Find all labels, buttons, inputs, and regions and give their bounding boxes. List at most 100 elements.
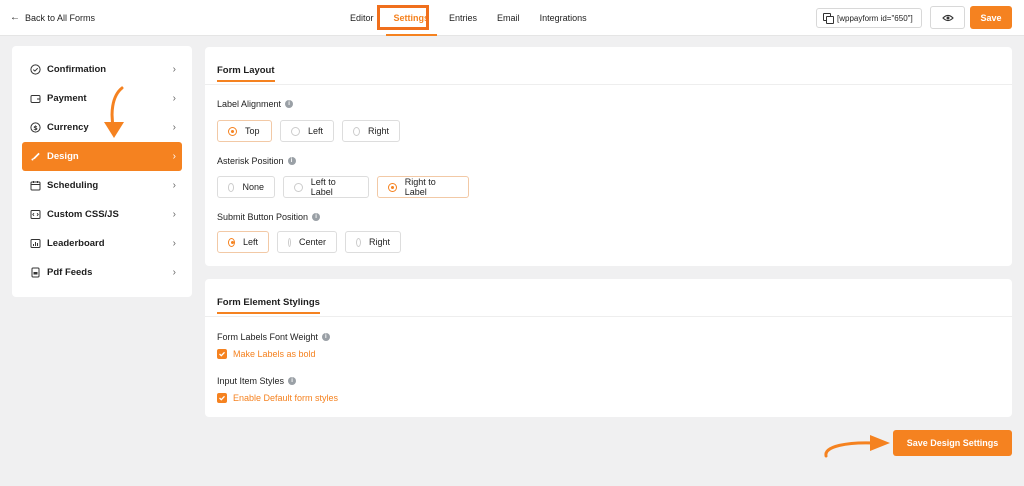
preview-button[interactable] (930, 6, 965, 29)
radio-asterisk-right[interactable]: Right to Label (377, 176, 469, 198)
form-element-stylings-title: Form Element Stylings (217, 297, 320, 314)
shortcode-copy[interactable]: [wppayform id="650"] (816, 8, 922, 28)
asterisk-position-label: Asterisk Position i (217, 156, 296, 166)
radio-dot (294, 183, 303, 192)
radio-dot (356, 238, 361, 247)
sidebar-item-payment[interactable]: Payment › (22, 84, 182, 113)
input-item-styles-label: Input Item Styles i (217, 376, 296, 386)
save-button[interactable]: Save (970, 6, 1012, 29)
radio-label: Center (299, 237, 326, 247)
radio-dot (288, 238, 291, 247)
back-to-forms-link[interactable]: ← Back to All Forms (10, 12, 95, 23)
input-styles-text: Input Item Styles (217, 376, 284, 386)
radio-label-left[interactable]: Left (280, 120, 334, 142)
sidebar-item-label: Payment (47, 93, 87, 104)
label-alignment-text: Label Alignment (217, 99, 281, 109)
radio-label: None (242, 182, 264, 192)
sidebar-item-currency[interactable]: $ Currency › (22, 113, 182, 142)
dollar-circle-icon: $ (30, 122, 41, 133)
checkbox-label: Enable Default form styles (233, 393, 338, 403)
checkbox-checked-icon (217, 393, 227, 403)
form-element-stylings-header: Form Element Stylings (205, 279, 1012, 317)
sidebar-item-label: Currency (47, 122, 89, 133)
radio-submit-left[interactable]: Left (217, 231, 269, 253)
arrow-left-icon: ← (10, 12, 20, 23)
label-alignment-label: Label Alignment i (217, 99, 293, 109)
font-weight-text: Form Labels Font Weight (217, 332, 318, 342)
settings-sidebar: Confirmation › Payment › $ Currency › De… (12, 46, 192, 297)
chevron-right-icon: › (173, 180, 176, 191)
brush-icon (30, 151, 41, 162)
sidebar-item-pdf-feeds[interactable]: Pdf Feeds › (22, 258, 182, 287)
chevron-right-icon: › (173, 267, 176, 278)
font-weight-label: Form Labels Font Weight i (217, 332, 330, 342)
tab-entries[interactable]: Entries (439, 0, 487, 36)
sidebar-item-label: Custom CSS/JS (47, 209, 119, 220)
submit-position-text: Submit Button Position (217, 212, 308, 222)
sidebar-item-label: Pdf Feeds (47, 267, 92, 278)
back-link-label: Back to All Forms (25, 13, 95, 23)
radio-label: Right (368, 126, 389, 136)
eye-icon (942, 14, 954, 22)
sidebar-item-label: Confirmation (47, 64, 106, 75)
chevron-right-icon: › (173, 93, 176, 104)
calendar-icon (30, 180, 41, 191)
tab-email[interactable]: Email (487, 0, 530, 36)
top-bar: ← Back to All Forms Editor Settings Entr… (0, 0, 1024, 36)
radio-label: Left to Label (311, 177, 358, 197)
sidebar-item-label: Leaderboard (47, 238, 105, 249)
chevron-right-icon: › (173, 238, 176, 249)
sidebar-item-custom-css-js[interactable]: Custom CSS/JS › (22, 200, 182, 229)
chevron-right-icon: › (173, 209, 176, 220)
settings-tab-highlight-box (377, 5, 429, 30)
svg-text:$: $ (33, 124, 38, 132)
annotation-arrow-right (820, 432, 892, 460)
info-icon[interactable]: i (288, 157, 296, 165)
leaderboard-icon (30, 238, 41, 249)
radio-dot (228, 183, 234, 192)
radio-submit-center[interactable]: Center (277, 231, 337, 253)
make-labels-bold-checkbox[interactable]: Make Labels as bold (217, 349, 316, 359)
asterisk-position-options: None Left to Label Right to Label (217, 176, 469, 198)
radio-dot (353, 127, 360, 136)
checkbox-checked-icon (217, 349, 227, 359)
chevron-right-icon: › (173, 151, 176, 162)
save-design-settings-button[interactable]: Save Design Settings (893, 430, 1012, 456)
sidebar-item-leaderboard[interactable]: Leaderboard › (22, 229, 182, 258)
radio-dot (291, 127, 300, 136)
form-element-stylings-panel: Form Element Stylings Form Labels Font W… (205, 279, 1012, 417)
submit-position-options: Left Center Right (217, 231, 401, 253)
info-icon[interactable]: i (288, 377, 296, 385)
radio-asterisk-none[interactable]: None (217, 176, 275, 198)
info-icon[interactable]: i (285, 100, 293, 108)
radio-submit-right[interactable]: Right (345, 231, 401, 253)
chevron-right-icon: › (173, 64, 176, 75)
check-circle-icon (30, 64, 41, 75)
checkbox-label: Make Labels as bold (233, 349, 316, 359)
submit-button-position-label: Submit Button Position i (217, 212, 320, 222)
radio-asterisk-left[interactable]: Left to Label (283, 176, 369, 198)
sidebar-item-scheduling[interactable]: Scheduling › (22, 171, 182, 200)
sidebar-item-design[interactable]: Design › (22, 142, 182, 171)
shortcode-text: [wppayform id="650"] (837, 14, 913, 23)
radio-label: Top (245, 126, 260, 136)
radio-dot (228, 238, 235, 247)
info-icon[interactable]: i (322, 333, 330, 341)
enable-default-styles-checkbox[interactable]: Enable Default form styles (217, 393, 338, 403)
radio-label: Right to Label (405, 177, 458, 197)
pdf-icon (30, 267, 41, 278)
code-icon (30, 209, 41, 220)
sidebar-item-confirmation[interactable]: Confirmation › (22, 55, 182, 84)
radio-label: Left (308, 126, 323, 136)
radio-label-right[interactable]: Right (342, 120, 400, 142)
radio-dot (228, 127, 237, 136)
label-alignment-options: Top Left Right (217, 120, 400, 142)
form-layout-title: Form Layout (217, 65, 275, 82)
radio-label: Left (243, 237, 258, 247)
form-layout-panel: Form Layout Label Alignment i Top Left R… (205, 47, 1012, 266)
radio-label-top[interactable]: Top (217, 120, 272, 142)
info-icon[interactable]: i (312, 213, 320, 221)
tab-integrations[interactable]: Integrations (530, 0, 597, 36)
copy-icon (823, 13, 833, 23)
sidebar-item-label: Design (47, 151, 79, 162)
